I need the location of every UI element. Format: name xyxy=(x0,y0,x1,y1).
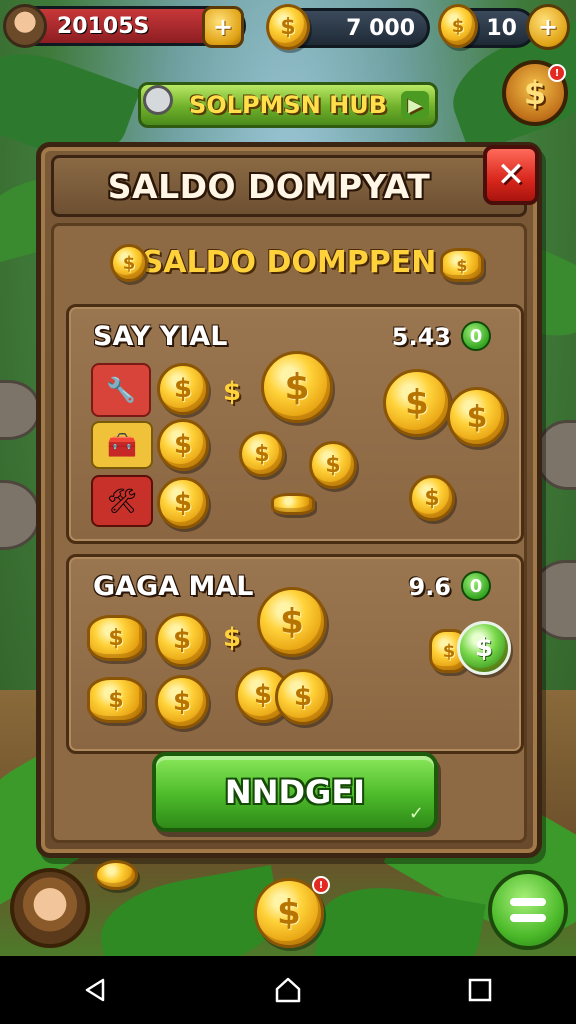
panel-header: SALDO DOMPYAT xyxy=(51,155,527,217)
hub-banner[interactable]: SOLPMSN HUB ▶ xyxy=(138,82,438,128)
hub-label: SOLPMSN HUB xyxy=(188,91,388,119)
gem-value: 10 xyxy=(486,15,517,41)
home-icon xyxy=(275,977,301,1003)
toolbox-icon: 🧰 xyxy=(91,421,153,469)
gem-icon: $ xyxy=(438,4,478,48)
coin-icon: $ xyxy=(261,351,333,423)
coin-icon: $ xyxy=(157,477,209,529)
coin-icon: $ xyxy=(440,248,484,282)
coin-icon: $ xyxy=(309,441,357,489)
notification-badge: ! xyxy=(312,876,330,894)
add-currency-button[interactable]: + xyxy=(202,6,244,48)
recents-icon xyxy=(468,978,492,1002)
coin-icon: $ xyxy=(409,475,455,521)
menu-bar xyxy=(510,898,546,906)
coin-icon: $ xyxy=(275,669,331,725)
dollar-icon: $ xyxy=(223,623,242,653)
check-icon: ✓ xyxy=(408,803,424,824)
plus-icon: + xyxy=(537,13,559,41)
notification-badge: ! xyxy=(548,64,566,82)
coin-icon: $ xyxy=(157,363,209,415)
tools-icon: 🛠 xyxy=(91,475,153,527)
add-gem-button[interactable]: + xyxy=(526,4,570,50)
coin-icon: $ xyxy=(266,4,310,50)
key-icon xyxy=(143,85,173,115)
back-icon xyxy=(85,978,105,1002)
coin-icon: $ xyxy=(155,675,209,729)
confirm-label: NNDGEI xyxy=(224,773,366,811)
profile-avatar-button[interactable] xyxy=(10,868,90,948)
recents-button[interactable] xyxy=(450,965,510,1015)
menu-bar xyxy=(510,914,546,922)
wallet-panel: SALDO DOMPYAT ✕ SALDO DOMPPEN $ $ SAY YI… xyxy=(36,142,542,858)
panel-title: SALDO DOMPYAT xyxy=(107,166,431,206)
dollar-icon: $ xyxy=(523,74,547,112)
coin-icon xyxy=(271,493,315,515)
dollar-icon: $ xyxy=(223,377,242,407)
card-title: GAGA MAL xyxy=(93,571,254,602)
coin-icon: $ xyxy=(257,587,327,657)
card-value: 5.43 xyxy=(391,323,451,351)
close-button[interactable]: ✕ xyxy=(483,145,539,205)
coin-icon: $ xyxy=(157,419,209,471)
value-badge: 0 xyxy=(461,571,491,601)
card-value: 9.6 xyxy=(408,573,451,601)
confirm-button[interactable]: NNDGEI ✓ xyxy=(152,752,438,832)
coin-value: 7 000 xyxy=(346,15,415,41)
plus-icon: + xyxy=(212,13,234,41)
close-icon: ✕ xyxy=(496,155,526,195)
coin-icon xyxy=(94,860,138,890)
coin-icon: $ xyxy=(239,431,285,477)
home-button[interactable] xyxy=(258,965,318,1015)
coin-icon: $ xyxy=(87,615,145,661)
wallet-card-2[interactable]: GAGA MAL 9.6 0 $ $ $ $ $ $ $ $ $ $ xyxy=(66,554,524,754)
back-button[interactable] xyxy=(66,965,126,1015)
menu-button[interactable] xyxy=(488,870,568,950)
coin-icon: $ xyxy=(447,387,507,447)
android-nav-bar xyxy=(0,956,576,1024)
green-coin-icon: $ xyxy=(457,621,511,675)
value-badge: 0 xyxy=(461,321,491,351)
wallet-card-1[interactable]: SAY YIAL 5.43 0 🔧 🧰 🛠 $ $ $ $ $ $ $ $ $ … xyxy=(66,304,524,544)
wrench-icon: 🔧 xyxy=(91,363,151,417)
player-value: 20105S xyxy=(57,13,150,39)
coin-icon: $ xyxy=(155,613,209,667)
wallet-board: SALDO DOMPPEN $ $ SAY YIAL 5.43 0 🔧 🧰 🛠 … xyxy=(51,223,527,843)
coin-icon: $ xyxy=(87,677,145,723)
chevron-right-icon: ▶ xyxy=(401,91,429,119)
player-avatar-mini xyxy=(3,4,47,48)
card-title: SAY YIAL xyxy=(93,321,228,352)
coin-icon: $ xyxy=(110,244,148,282)
coin-icon: $ xyxy=(383,369,451,437)
